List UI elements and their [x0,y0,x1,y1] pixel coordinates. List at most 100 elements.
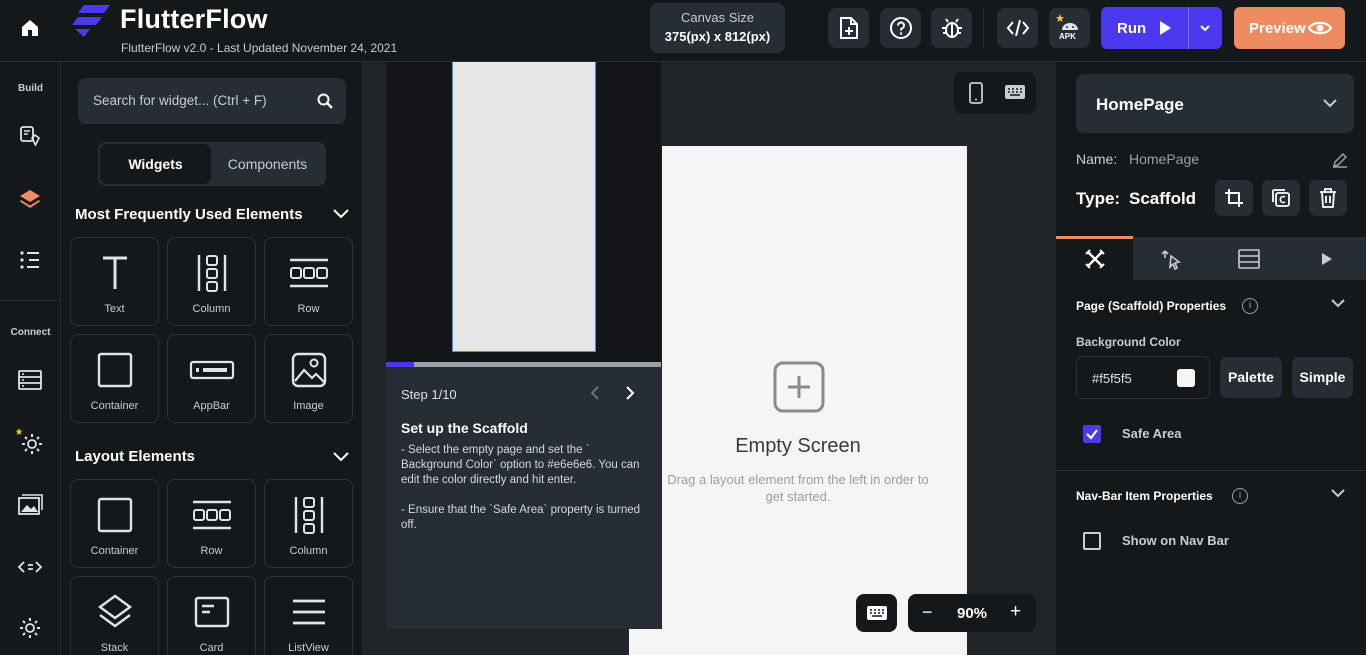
edit-pencil-icon[interactable] [1331,151,1349,169]
keyboard-shortcuts-button[interactable] [856,594,897,632]
download-apk-button[interactable]: APK [1049,8,1090,48]
chevron-down-icon[interactable] [1330,297,1346,309]
rail-firestore-button[interactable] [14,364,46,396]
debug-button[interactable] [931,8,972,48]
bug-icon [941,18,962,38]
chevron-down-icon[interactable] [1198,22,1212,34]
rail-app-settings-button[interactable] [14,612,46,644]
safe-area-checkbox[interactable] [1083,425,1101,443]
chevron-down-icon[interactable] [331,449,351,465]
zoom-in-button[interactable]: + [1010,601,1021,623]
color-swatch[interactable] [1177,369,1195,387]
widget-tile-label: Image [293,400,324,412]
rail-widget-tree-button[interactable] [14,244,46,276]
add-box-icon[interactable] [773,361,825,413]
tab-properties[interactable] [1056,238,1133,280]
navbar-properties-title: Nav-Bar Item Properties [1076,489,1213,503]
widget-tile-label: Stack [100,642,129,654]
widget-tile-row[interactable]: Row [167,479,256,568]
show-on-nav-bar-checkbox[interactable] [1083,532,1101,550]
section-frequent-title: Most Frequently Used Elements [75,206,303,223]
tab-actions[interactable] [1133,238,1210,280]
row-icon [192,500,231,530]
simple-button[interactable]: Simple [1292,357,1353,398]
wrap-widget-button[interactable] [1215,180,1253,216]
chevron-down-icon [1323,99,1337,108]
trash-icon [1320,188,1336,208]
widget-search[interactable]: Search for widget... (Ctrl + F) [78,78,346,124]
widget-component-toggle: Widgets Components [98,142,326,186]
property-tabs [1056,237,1366,280]
widget-tile-container[interactable]: Container [70,334,159,423]
copy-widget-button[interactable] [1262,180,1300,216]
chevron-down-icon[interactable] [331,206,351,222]
canvas-size-label: Canvas Size [681,10,754,25]
code-icon [1006,19,1029,37]
phone-preview-edge [629,629,662,655]
help-button[interactable] [880,8,921,48]
info-icon[interactable]: i [1242,298,1258,314]
widget-tile-image[interactable]: Image [264,334,353,423]
phone-icon[interactable] [968,82,984,104]
rail-custom-code-button[interactable] [14,551,46,583]
palette-button[interactable]: Palette [1220,357,1282,398]
top-bar: FlutterFlow FlutterFlow v2.0 - Last Upda… [0,0,1366,62]
run-divider [1188,7,1189,49]
media-icon [18,494,43,515]
rail-media-button[interactable] [14,489,46,521]
search-icon [317,93,333,109]
layers-icon [20,190,40,208]
play-icon [1321,253,1332,265]
rail-settings-button[interactable] [14,426,46,458]
column-icon [197,255,226,292]
add-page-button[interactable] [828,8,869,48]
widget-tile-stack[interactable]: Stack [70,576,159,655]
widget-tile-label: Column [289,545,328,557]
chevron-right-icon[interactable] [623,385,637,401]
widget-tile-column[interactable]: Column [167,237,256,326]
rail-widgets-button[interactable] [14,183,46,215]
zoom-out-button[interactable]: − [922,602,933,623]
section-divider [1056,470,1366,471]
keyboard-icon [866,606,887,620]
device-keyboard-toggle [954,72,1036,114]
settings-star-icon [15,428,42,454]
chevron-left-icon[interactable] [588,385,602,401]
container-icon [97,352,132,388]
widget-tile-label: Row [200,545,223,557]
widget-tile-container[interactable]: Container [70,479,159,568]
chevron-down-icon[interactable] [1330,487,1346,499]
canvas-size-display[interactable]: Canvas Size 375(px) x 812(px) [650,3,785,53]
page-selector[interactable]: HomePage [1076,74,1354,133]
tab-animations[interactable] [1287,238,1366,280]
tab-widgets[interactable]: Widgets [100,144,211,184]
tab-components[interactable]: Components [211,144,324,184]
widget-tile-card[interactable]: Card [167,576,256,655]
widget-tile-column[interactable]: Column [264,479,353,568]
rail-theme-button[interactable] [14,120,46,152]
home-button[interactable] [14,12,46,44]
zoom-control: − 90% + [908,594,1036,632]
eye-icon [1307,21,1333,35]
widget-tile-appbar[interactable]: AppBar [167,334,256,423]
name-value[interactable]: HomePage [1129,151,1199,167]
type-label: Type: [1076,189,1121,208]
preview-button[interactable]: Preview [1234,7,1345,49]
tab-backend-query[interactable] [1210,238,1287,280]
view-code-button[interactable] [997,8,1038,48]
widget-tile-listview[interactable]: ListView [264,576,353,655]
keyboard-icon[interactable] [1004,84,1026,100]
run-button[interactable]: Run [1101,7,1222,49]
widget-tile-row[interactable]: Row [264,237,353,326]
search-placeholder: Search for widget... (Ctrl + F) [93,93,267,108]
action-cursor-icon [1160,250,1181,270]
tutorial-step-counter: Step 1/10 [401,387,457,402]
info-icon[interactable]: i [1232,488,1248,504]
widget-tile-text[interactable]: Text [70,237,159,326]
stack-icon [97,594,132,628]
widget-panel: Search for widget... (Ctrl + F) Widgets … [61,62,362,655]
app-title: FlutterFlow [120,4,268,34]
delete-widget-button[interactable] [1309,180,1347,216]
background-color-input[interactable]: #f5f5f5 [1076,356,1210,399]
safe-area-label: Safe Area [1122,426,1182,441]
